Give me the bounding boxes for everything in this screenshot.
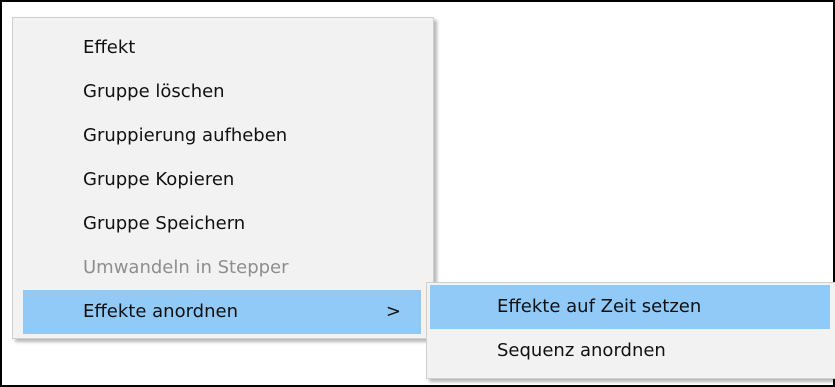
- menu-item-gruppe-loeschen[interactable]: Gruppe löschen: [23, 70, 421, 114]
- menu-item-gruppe-speichern[interactable]: Gruppe Speichern: [23, 202, 421, 246]
- menu-item-label: Effekte auf Zeit setzen: [497, 296, 702, 317]
- menu-item-gruppierung-aufheben[interactable]: Gruppierung aufheben: [23, 114, 421, 158]
- menu-item-umwandeln-in-stepper: Umwandeln in Stepper: [23, 246, 421, 290]
- menu-item-label: Sequenz anordnen: [497, 340, 666, 361]
- menu-item-label: Gruppierung aufheben: [83, 125, 288, 146]
- menu-item-label: Effekt: [83, 37, 136, 58]
- menu-item-effekt[interactable]: Effekt: [23, 26, 421, 70]
- menu-item-gruppe-kopieren[interactable]: Gruppe Kopieren: [23, 158, 421, 202]
- menu-item-label: Gruppe Kopieren: [83, 169, 235, 190]
- menu-item-label: Gruppe Speichern: [83, 213, 246, 234]
- menu-item-effekte-anordnen[interactable]: Effekte anordnen >: [23, 290, 421, 334]
- menu-item-label: Effekte anordnen: [83, 301, 238, 322]
- submenu-effekte-anordnen: Effekte auf Zeit setzen Sequenz anordnen: [426, 282, 835, 379]
- context-menu: Effekt Gruppe löschen Gruppierung aufheb…: [12, 17, 434, 339]
- menu-item-label: Umwandeln in Stepper: [83, 257, 289, 278]
- menu-item-label: Gruppe löschen: [83, 81, 225, 102]
- submenu-item-effekte-auf-zeit-setzen[interactable]: Effekte auf Zeit setzen: [430, 285, 830, 329]
- submenu-item-sequenz-anordnen[interactable]: Sequenz anordnen: [430, 329, 830, 373]
- chevron-right-icon: >: [385, 301, 401, 322]
